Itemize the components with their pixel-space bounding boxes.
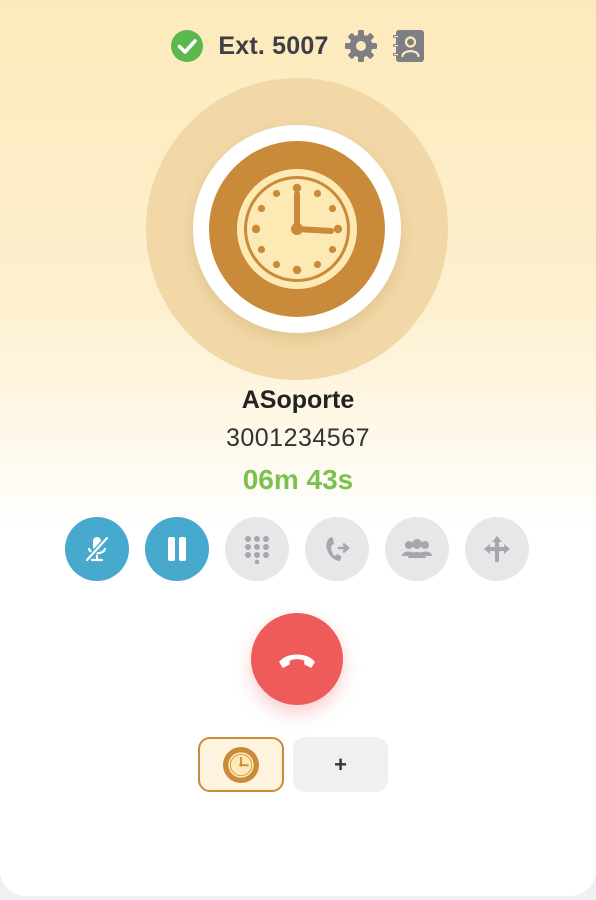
- check-circle-icon[interactable]: [170, 29, 204, 63]
- hangup-button[interactable]: [251, 613, 343, 705]
- clock-icon: [209, 141, 385, 317]
- conference-button[interactable]: [385, 517, 449, 581]
- pause-icon: [168, 537, 186, 561]
- keypad-button[interactable]: [225, 517, 289, 581]
- microphone-slash-icon: [85, 536, 109, 562]
- clock-tick: [257, 204, 266, 213]
- dialpad-icon: [245, 536, 269, 564]
- caller-name: ASoporte: [241, 386, 355, 414]
- clock-tick: [313, 189, 322, 198]
- clock-tick: [257, 245, 266, 254]
- clock-icon: [223, 746, 259, 783]
- phone-forward-icon: [326, 537, 350, 561]
- mute-button[interactable]: [65, 517, 129, 581]
- phone-hangup-icon: [279, 654, 315, 668]
- caller-number: 3001234567: [225, 424, 371, 452]
- clock-tick: [272, 189, 281, 198]
- clock-tick: [328, 204, 337, 213]
- clock-tick: [333, 224, 343, 234]
- group-icon: [402, 539, 432, 558]
- clock-tick: [292, 183, 302, 193]
- clock-tick: [292, 265, 302, 275]
- add-call-button[interactable]: +: [293, 737, 388, 792]
- extension-label: Ext. 5007: [218, 31, 329, 60]
- softphone-panel: Ext. 5007 ASoporte 3001234567 06m 43s +: [0, 0, 596, 896]
- clock-tick: [272, 260, 281, 269]
- transfer-button[interactable]: [305, 517, 369, 581]
- clock-tick: [328, 245, 337, 254]
- clock-tick: [251, 224, 261, 234]
- call-tab-current[interactable]: [198, 737, 284, 792]
- call-duration: 06m 43s: [242, 464, 354, 495]
- hold-button[interactable]: [145, 517, 209, 581]
- gear-icon[interactable]: [344, 29, 378, 63]
- address-book-icon[interactable]: [392, 28, 426, 64]
- top-bar: Ext. 5007: [0, 26, 596, 66]
- clock-tick: [313, 260, 322, 269]
- park-button[interactable]: [465, 517, 529, 581]
- arrows-icon: [484, 536, 510, 562]
